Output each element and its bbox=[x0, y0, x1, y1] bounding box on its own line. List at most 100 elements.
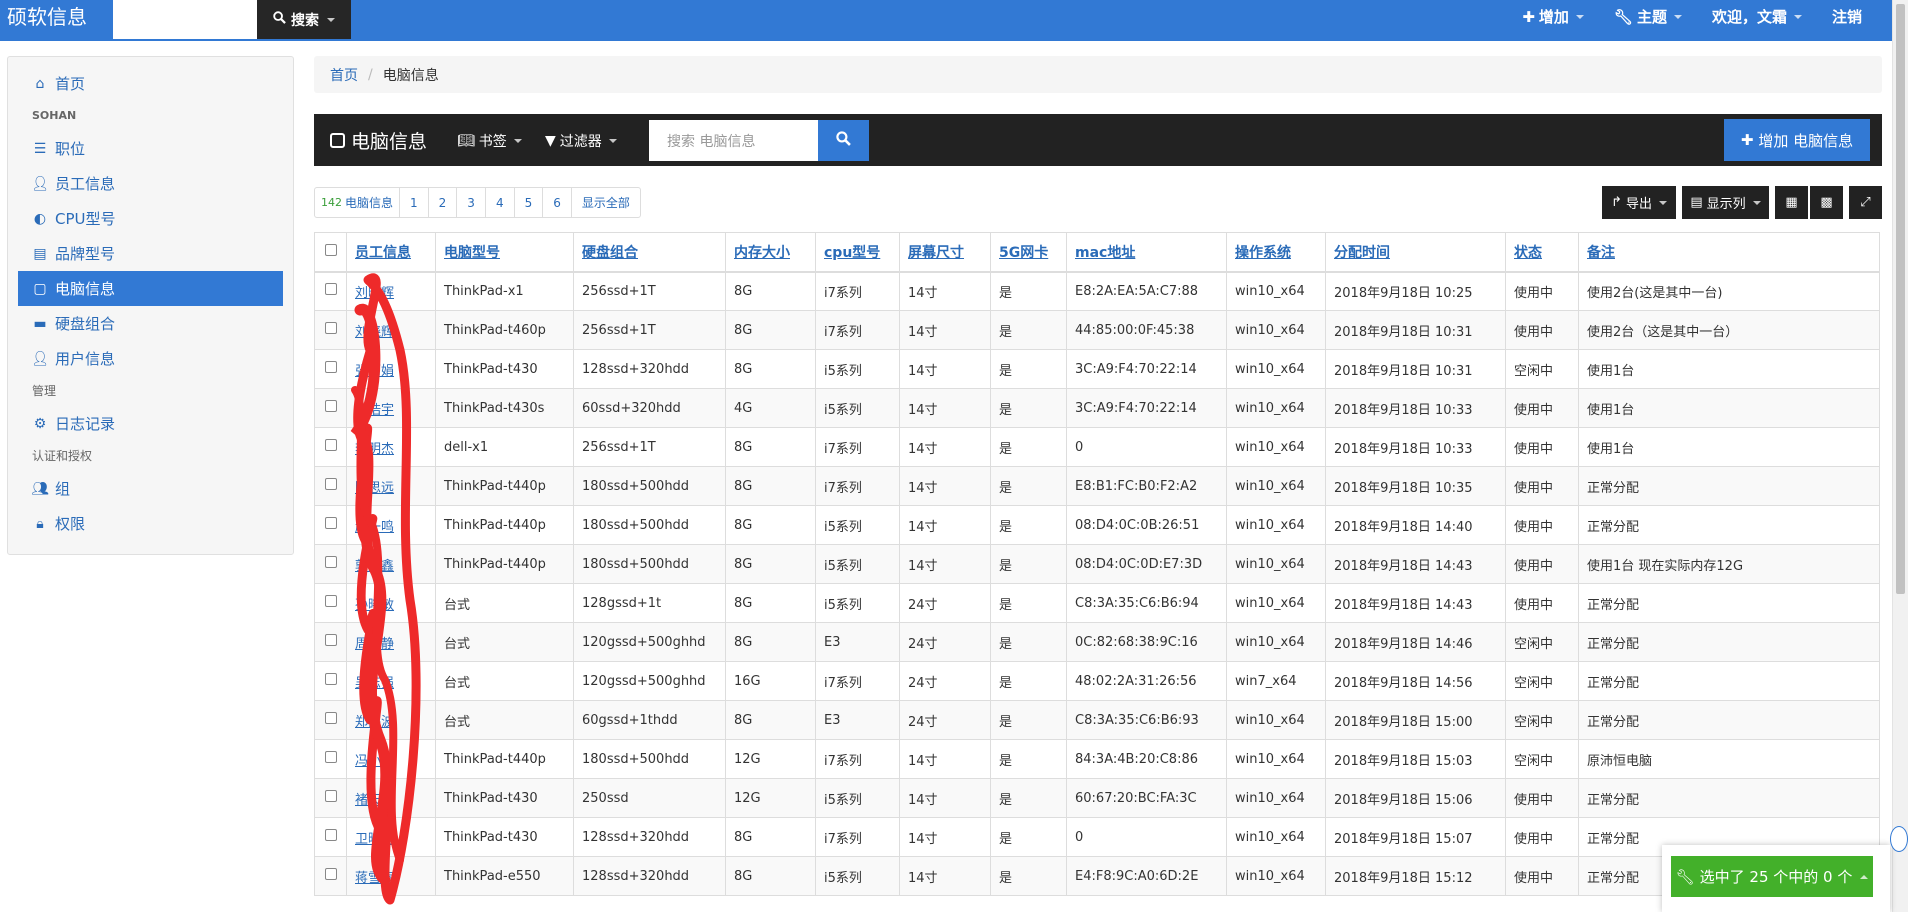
scrollbar-thumb[interactable] bbox=[1896, 4, 1905, 594]
side-widget-icon[interactable] bbox=[1890, 826, 1908, 852]
employee-link[interactable]: 刘晓辉 bbox=[355, 325, 394, 340]
export-button[interactable]: ↱ 导出 bbox=[1602, 186, 1676, 219]
top-search-button[interactable]: 搜索 bbox=[257, 0, 351, 39]
column-header[interactable]: 备注 bbox=[1578, 232, 1880, 273]
table-row[interactable]: 刘晓辉 ThinkPad-t460p 256ssd+1T 8G i7系列 14寸是 44:8… bbox=[314, 310, 1880, 350]
table-row[interactable]: 张丽娟 ThinkPad-t430 128ssd+320hdd 8G i5系列 14寸是 3… bbox=[314, 349, 1880, 389]
logout-link[interactable]: 注销 bbox=[1832, 6, 1862, 27]
column-header-link[interactable]: 状态 bbox=[1514, 245, 1542, 261]
table-row[interactable]: 陈思远 ThinkPad-t440p 180ssd+500hdd 8G i7系列 14寸是… bbox=[314, 466, 1880, 506]
page-link[interactable]: 2 bbox=[427, 188, 457, 217]
row-checkbox[interactable] bbox=[314, 661, 347, 701]
row-checkbox[interactable] bbox=[314, 583, 347, 623]
table-row[interactable]: 冯小松 ThinkPad-t440p 180ssd+500hdd 12G i7系列 14寸… bbox=[314, 739, 1880, 779]
table-row[interactable]: 赵一鸣 ThinkPad-t440p 180ssd+500hdd 8G i5系列 14寸是… bbox=[314, 505, 1880, 545]
sidebar-item-user[interactable]: 👤︎ 用户信息 bbox=[18, 341, 283, 376]
brand-logo[interactable]: 硕软信息 bbox=[7, 5, 87, 29]
show-all-link[interactable]: 显示全部 bbox=[570, 188, 640, 217]
column-header[interactable]: 内存大小 bbox=[725, 232, 816, 273]
page-link[interactable]: 5 bbox=[513, 188, 543, 217]
table-row[interactable]: 刘晓辉 ThinkPad-x1 256ssd+1T 8G i7系列 14寸是 E8:2A:E… bbox=[314, 271, 1880, 311]
column-header[interactable]: cpu型号 bbox=[815, 232, 900, 273]
filter-menu[interactable]: ▼ 过滤器 bbox=[545, 131, 617, 151]
column-header-link[interactable]: 硬盘组合 bbox=[582, 245, 638, 261]
theme-menu[interactable]: 🔧︎ 主题 bbox=[1614, 6, 1682, 27]
sidebar-item-brand[interactable]: ▤ 品牌型号 bbox=[18, 236, 283, 271]
employee-link[interactable]: 刘晓辉 bbox=[355, 286, 394, 301]
table-row[interactable]: 孙晓敏 台式 128gssd+1t 8G i5系列 24寸是 C8:3A:35:C6:B6:… bbox=[314, 583, 1880, 623]
employee-link[interactable]: 郭嘉鑫 bbox=[355, 559, 394, 574]
row-checkbox[interactable] bbox=[314, 505, 347, 545]
sidebar-item-computer[interactable]: ▢ 电脑信息 bbox=[18, 271, 283, 306]
add-menu[interactable]: ✚ 增加 bbox=[1522, 6, 1584, 27]
employee-link[interactable]: 郑海波 bbox=[355, 715, 394, 730]
employee-link[interactable]: 蒋雪梅 bbox=[355, 871, 394, 886]
page-link[interactable]: 6 bbox=[542, 188, 571, 217]
table-row[interactable]: 王浩宇 ThinkPad-t430s 60ssd+320hdd 4G i5系列 14寸是 3… bbox=[314, 388, 1880, 428]
page-link[interactable]: 1 bbox=[399, 188, 428, 217]
table-row[interactable]: 褚天一 ThinkPad-t430 250ssd 12G i5系列 14寸是 60:67:2… bbox=[314, 778, 1880, 818]
employee-link[interactable]: 冯小松 bbox=[355, 754, 394, 769]
row-checkbox[interactable] bbox=[314, 349, 347, 389]
layout-list-button[interactable]: ▦ bbox=[1775, 186, 1808, 219]
row-checkbox[interactable] bbox=[314, 310, 347, 350]
add-computer-button[interactable]: ✚ 增加 电脑信息 bbox=[1724, 119, 1870, 161]
column-header-link[interactable]: 操作系统 bbox=[1235, 245, 1291, 261]
column-header[interactable]: 状态 bbox=[1505, 232, 1579, 273]
employee-link[interactable]: 孙晓敏 bbox=[355, 598, 394, 613]
column-header[interactable]: 电脑型号 bbox=[435, 232, 574, 273]
column-header-link[interactable]: 内存大小 bbox=[734, 245, 790, 261]
fullscreen-button[interactable]: ⤢ bbox=[1849, 186, 1882, 219]
select-all-checkbox[interactable] bbox=[314, 232, 347, 273]
table-row[interactable]: 郭嘉鑫 ThinkPad-t440p 180ssd+500hdd 8G i5系列 14寸是… bbox=[314, 544, 1880, 584]
column-header[interactable]: 硬盘组合 bbox=[573, 232, 726, 273]
sidebar-item-log[interactable]: ⚙ 日志记录 bbox=[18, 406, 283, 441]
sidebar-item-disk[interactable]: ▬ 硬盘组合 bbox=[18, 306, 283, 341]
column-header-link[interactable]: cpu型号 bbox=[824, 245, 880, 261]
row-checkbox[interactable] bbox=[314, 778, 347, 818]
column-header[interactable]: mac地址 bbox=[1066, 232, 1227, 273]
user-menu[interactable]: 欢迎，文霜 bbox=[1712, 6, 1802, 27]
employee-link[interactable]: 张丽娟 bbox=[355, 364, 394, 379]
row-checkbox[interactable] bbox=[314, 466, 347, 506]
column-header-link[interactable]: 电脑型号 bbox=[444, 245, 500, 261]
list-search-button[interactable] bbox=[818, 120, 869, 161]
sidebar-item-group[interactable]: 👥︎ 组 bbox=[18, 471, 283, 506]
column-header-link[interactable]: 员工信息 bbox=[355, 245, 411, 261]
list-search-input[interactable]: 搜索 电脑信息 bbox=[649, 120, 818, 161]
breadcrumb-home[interactable]: 首页 bbox=[330, 65, 358, 85]
column-header-link[interactable]: 分配时间 bbox=[1334, 245, 1390, 261]
column-header-link[interactable]: 屏幕尺寸 bbox=[908, 245, 964, 261]
employee-link[interactable]: 褚天一 bbox=[355, 793, 394, 808]
row-checkbox[interactable] bbox=[314, 388, 347, 428]
sidebar-item-employee[interactable]: 👤︎ 员工信息 bbox=[18, 166, 283, 201]
column-header[interactable]: 屏幕尺寸 bbox=[899, 232, 991, 273]
column-header-link[interactable]: mac地址 bbox=[1075, 245, 1135, 261]
table-row[interactable]: 卫晓蕾 ThinkPad-t430 128ssd+320hdd 8G i7系列 14寸是 0… bbox=[314, 817, 1880, 857]
sidebar-item-home[interactable]: ⌂ 首页 bbox=[18, 66, 283, 101]
table-row[interactable]: 蒋雪梅 ThinkPad-e550 128ssd+320hdd 8G i5系列 14寸是 E… bbox=[314, 856, 1880, 896]
column-header-link[interactable]: 备注 bbox=[1587, 245, 1615, 261]
table-row[interactable]: 周文静 台式 120gssd+500ghhd 8G E3 24寸是 0C:82:68:38:… bbox=[314, 622, 1880, 662]
employee-link[interactable]: 吴志强 bbox=[355, 676, 394, 691]
employee-link[interactable]: 周文静 bbox=[355, 637, 394, 652]
employee-link[interactable]: 王浩宇 bbox=[355, 403, 394, 418]
column-header-link[interactable]: 5G网卡 bbox=[999, 245, 1048, 261]
sidebar-item-permission[interactable]: 🔒︎ 权限 bbox=[18, 506, 283, 541]
sidebar-item-position[interactable]: ☰ 职位 bbox=[18, 131, 283, 166]
column-header[interactable]: 分配时间 bbox=[1325, 232, 1506, 273]
row-checkbox[interactable] bbox=[314, 817, 347, 857]
row-checkbox[interactable] bbox=[314, 700, 347, 740]
bookmark-menu[interactable]: 📖︎ 书签 bbox=[457, 131, 522, 151]
page-link[interactable]: 3 bbox=[456, 188, 485, 217]
vertical-scrollbar[interactable] bbox=[1892, 0, 1908, 912]
table-row[interactable]: 李明杰 dell-x1 256ssd+1T 8G i7系列 14寸是 0 win10_x64 2… bbox=[314, 427, 1880, 467]
page-link[interactable]: 4 bbox=[484, 188, 514, 217]
bulk-action-button[interactable]: 🔧︎ 选中了 25 个中的 0 个 bbox=[1671, 856, 1873, 897]
table-row[interactable]: 吴志强 台式 120gssd+500ghhd 16G i7系列 24寸是 48:02:2A:… bbox=[314, 661, 1880, 701]
row-checkbox[interactable] bbox=[314, 739, 347, 779]
top-search-input[interactable] bbox=[113, 0, 257, 39]
row-checkbox[interactable] bbox=[314, 544, 347, 584]
layout-grid-button[interactable]: ▩ bbox=[1810, 186, 1843, 219]
column-header[interactable]: 员工信息 bbox=[346, 232, 436, 273]
